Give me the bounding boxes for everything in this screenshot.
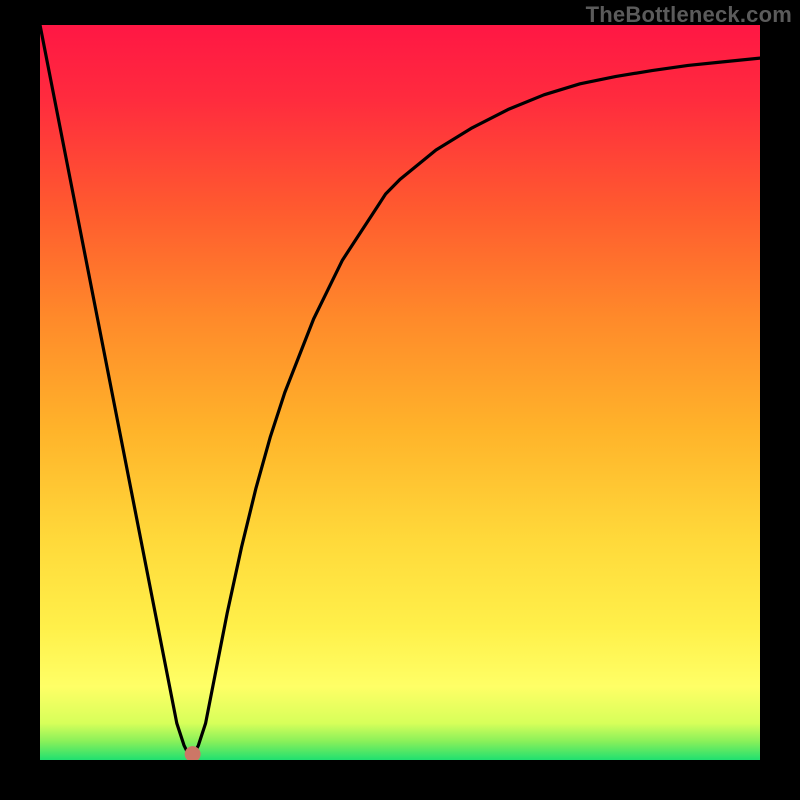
gradient-background bbox=[40, 25, 760, 760]
chart-frame: TheBottleneck.com bbox=[0, 0, 800, 800]
chart-svg bbox=[40, 25, 760, 760]
watermark-text: TheBottleneck.com bbox=[586, 2, 792, 28]
plot-area bbox=[40, 25, 760, 760]
